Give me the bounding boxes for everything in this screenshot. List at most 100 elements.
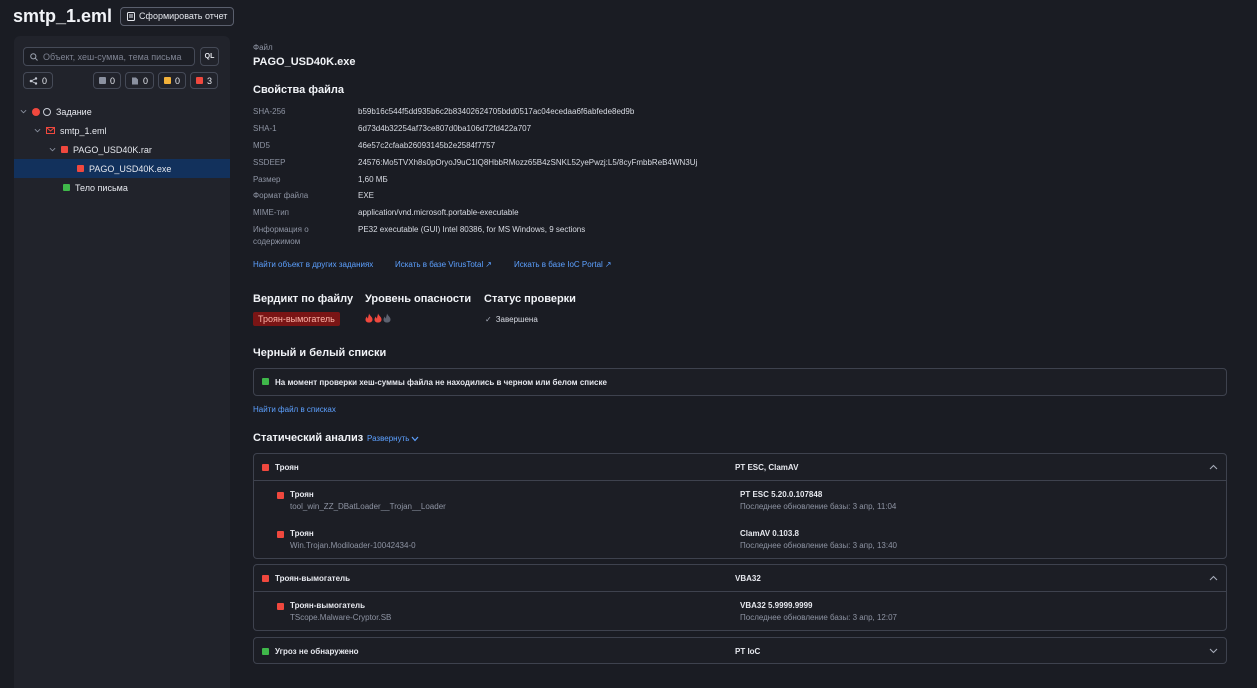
- detection-row: Троян Win.Trojan.Modiloader-10042434-0 C…: [254, 526, 1226, 556]
- red-square-icon: [277, 603, 284, 610]
- gray-square-icon: [99, 77, 106, 84]
- virustotal-label: Искать в базе VirusTotal: [395, 260, 484, 269]
- lists-message-box: На момент проверки хеш-суммы файла не на…: [253, 368, 1227, 396]
- detection-type: Троян: [290, 529, 314, 538]
- prop-key: MIME-тип: [253, 208, 290, 217]
- file-label: Файл: [253, 43, 273, 52]
- analysis-group: Угроз не обнаружено PT IoC: [253, 637, 1227, 664]
- green-square-icon: [63, 184, 70, 191]
- chip-yellow[interactable]: 0: [158, 72, 187, 89]
- red-square-icon: [262, 463, 269, 471]
- prop-value: 6d73d4b32254af73ce807d0ba106d72fd422a707: [358, 124, 532, 133]
- search-icon: [30, 52, 38, 61]
- chip-tree-count: 0: [42, 75, 48, 86]
- scan-status-title: Статус проверки: [484, 293, 576, 305]
- red-square-icon: [77, 165, 84, 172]
- chevron-down-icon: [411, 436, 419, 441]
- yellow-square-icon: [164, 77, 171, 84]
- analysis-group-header[interactable]: Троян PT ESC, ClamAV: [254, 454, 1226, 480]
- prop-value: PE32 executable (GUI) Intel 80386, for M…: [358, 225, 586, 234]
- tree-label: Задание: [56, 106, 92, 117]
- red-square-icon: [61, 146, 68, 153]
- expand-all-link[interactable]: Развернуть: [367, 434, 419, 443]
- detection-type: Троян: [290, 490, 314, 499]
- find-in-tasks-link[interactable]: Найти объект в других заданиях: [253, 260, 373, 269]
- divider: [254, 480, 1226, 481]
- ioc-portal-label: Искать в базе IoC Portal: [514, 260, 603, 269]
- tree-label: smtp_1.eml: [60, 125, 107, 136]
- doc-icon: [132, 77, 138, 84]
- red-square-icon: [262, 574, 269, 582]
- chevron-up-icon: [1209, 464, 1218, 470]
- report-icon: [127, 11, 136, 21]
- tree-label: PAGO_USD40K.rar: [73, 144, 152, 155]
- analysis-group: Троян PT ESC, ClamAV Троян tool_win_ZZ_D…: [253, 453, 1227, 559]
- ioc-portal-link[interactable]: Искать в базе IoC Portal ↗: [514, 260, 612, 269]
- generate-report-button[interactable]: Сформировать отчет: [120, 6, 235, 26]
- chip-gray-count: 0: [110, 75, 116, 86]
- engine-update: Последнее обновление базы: 3 апр, 11:04: [740, 502, 897, 511]
- chevron-down-icon: [1209, 648, 1218, 654]
- chip-doc[interactable]: 0: [125, 72, 155, 89]
- chip-tree[interactable]: 0: [23, 72, 54, 89]
- tree-node-task[interactable]: Задание: [14, 102, 230, 121]
- chip-gray[interactable]: 0: [93, 72, 122, 89]
- engine-version: VBA32 5.9999.9999: [740, 601, 813, 610]
- group-name: Угроз не обнаружено: [275, 646, 359, 656]
- red-dot-icon: [32, 107, 40, 116]
- scan-status: ✓ Завершена: [485, 315, 538, 324]
- prop-value: EXE: [358, 191, 375, 200]
- search-box[interactable]: [23, 47, 195, 66]
- page-header: smtp_1.eml Сформировать отчет: [13, 3, 235, 29]
- search-input[interactable]: [43, 51, 183, 62]
- prop-value: 46e57c2cfaab26093145b2e2584f7757: [358, 141, 496, 150]
- tree-node-rar[interactable]: PAGO_USD40K.rar: [14, 140, 230, 159]
- main-panel: Файл PAGO_USD40K.exe Свойства файла SHA-…: [253, 0, 1227, 688]
- engine-version: ClamAV 0.103.8: [740, 529, 799, 538]
- find-in-lists-link[interactable]: Найти файл в списках: [253, 405, 336, 414]
- expand-all-label: Развернуть: [367, 434, 410, 443]
- circle-icon: [43, 107, 51, 116]
- lists-message: На момент проверки хеш-суммы файла не на…: [275, 378, 607, 387]
- flame-icon: [383, 313, 391, 323]
- tree-node-body[interactable]: Тело письма: [14, 178, 230, 197]
- engine-update: Последнее обновление базы: 3 апр, 12:07: [740, 613, 897, 622]
- chevron-up-icon: [1209, 575, 1218, 581]
- group-sources: PT IoC: [735, 646, 761, 656]
- prop-key: MD5: [253, 141, 270, 150]
- prop-key: Размер: [253, 175, 281, 184]
- flame-icon: [374, 313, 382, 323]
- engine-update: Последнее обновление базы: 3 апр, 13:40: [740, 541, 897, 550]
- danger-level: [365, 313, 391, 323]
- generate-report-label: Сформировать отчет: [139, 11, 228, 21]
- tree-node-eml[interactable]: smtp_1.eml: [14, 121, 230, 140]
- prop-key: SSDEEP: [253, 158, 286, 167]
- external-link-icon: ↗: [604, 260, 612, 269]
- green-square-icon: [262, 647, 269, 655]
- ql-button[interactable]: QL: [200, 47, 219, 66]
- red-square-icon: [277, 492, 284, 499]
- chevron-down-icon: [49, 147, 56, 152]
- verdict-title: Вердикт по файлу: [253, 293, 354, 305]
- external-link-icon: ↗: [485, 260, 492, 269]
- group-name: Троян-вымогатель: [275, 573, 351, 583]
- tree-node-exe[interactable]: PAGO_USD40K.exe: [14, 159, 230, 178]
- detection-name: TScope.Malware-Cryptor.SB: [290, 613, 392, 622]
- chevron-down-icon: [34, 128, 41, 133]
- static-analysis-title: Статический анализ: [253, 432, 364, 444]
- analysis-group-header[interactable]: Угроз не обнаружено PT IoC: [254, 638, 1226, 664]
- chip-red[interactable]: 3: [190, 72, 219, 89]
- virustotal-link[interactable]: Искать в базе VirusTotal ↗: [395, 260, 492, 269]
- tree-label: PAGO_USD40K.exe: [89, 163, 172, 174]
- analysis-group-header[interactable]: Троян-вымогатель VBA32: [254, 565, 1226, 591]
- flame-icon: [365, 313, 373, 323]
- group-sources: VBA32: [735, 573, 761, 583]
- prop-value: 1,60 МБ: [358, 175, 388, 184]
- file-name: PAGO_USD40K.exe: [253, 56, 356, 68]
- prop-value: application/vnd.microsoft.portable-execu…: [358, 208, 519, 217]
- detection-type: Троян-вымогатель: [290, 601, 366, 610]
- properties-title: Свойства файла: [253, 84, 344, 96]
- sidebar: QL 0 0 0 0 3 Задание smtp_1.eml: [14, 36, 230, 688]
- prop-key: Формат файла: [253, 191, 309, 200]
- detection-name: tool_win_ZZ_DBatLoader__Trojan__Loader: [290, 502, 446, 511]
